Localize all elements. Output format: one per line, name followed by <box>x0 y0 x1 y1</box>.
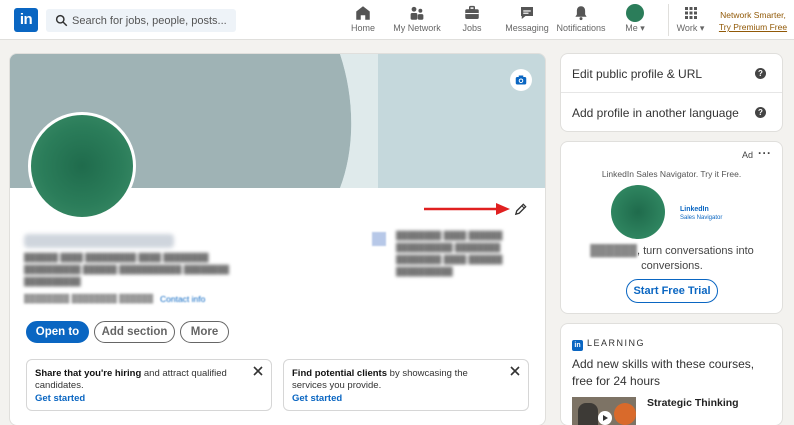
course-person-shape <box>578 403 598 425</box>
chevron-down-icon: ▾ <box>697 23 705 33</box>
hiring-card-bold: Share that you're hiring <box>35 368 142 379</box>
edit-banner-button[interactable] <box>510 69 532 91</box>
start-free-trial-button[interactable]: Start Free Trial <box>626 279 718 303</box>
add-language-profile-link[interactable]: Add profile in another language <box>572 106 739 120</box>
search-input[interactable] <box>72 11 232 30</box>
open-to-button[interactable]: Open to <box>26 321 89 343</box>
premium-link[interactable]: Network Smarter, Try Premium Free <box>718 9 788 33</box>
grid-icon <box>684 7 697 19</box>
help-icon[interactable]: ? <box>755 68 766 79</box>
clients-get-started-link[interactable]: Get started <box>292 393 502 405</box>
nav-messaging-label: Messaging <box>505 23 549 33</box>
nav-home-label: Home <box>350 23 375 33</box>
nav-my-network-label: My Network <box>393 23 441 33</box>
nav-me[interactable]: Me ▾ <box>620 4 650 36</box>
nav-jobs[interactable]: Jobs <box>459 4 485 36</box>
nav-work-label: Work ▾ <box>676 23 705 33</box>
play-icon <box>598 411 612 425</box>
ad-tagline: LinkedIn Sales Navigator. Try it Free. <box>601 169 742 179</box>
nav-me-label: Me ▾ <box>625 23 645 33</box>
red-arrow-annotation <box>424 203 510 215</box>
hiring-card: Share that you're hiring and attract qua… <box>26 359 272 411</box>
ad-username-blurred: ██████ <box>590 245 637 257</box>
profile-location-blurred: ████████ ████████ ██████ <box>24 294 154 303</box>
profile-photo[interactable] <box>28 112 136 220</box>
nav-messaging[interactable]: Messaging <box>505 4 549 36</box>
edit-public-profile-link[interactable]: Edit public profile & URL <box>572 67 702 81</box>
edit-intro-pencil-icon[interactable] <box>513 202 528 217</box>
more-button[interactable]: More <box>180 321 229 343</box>
ad-text: ██████, turn conversations into conversio… <box>590 245 754 272</box>
search-icon <box>55 14 68 27</box>
avatar-icon <box>626 4 644 22</box>
clients-card-bold: Find potential clients <box>292 368 388 379</box>
premium-line2: Try Premium Free <box>718 22 788 32</box>
learning-logo-icon: in <box>572 340 583 351</box>
bell-icon <box>575 6 587 21</box>
home-icon <box>356 6 370 20</box>
education-blurred: ████████ ████ ██████ ██████████ ████████ █… <box>396 231 503 276</box>
nav-my-network[interactable]: My Network <box>393 4 441 36</box>
profile-name-blurred <box>24 234 174 248</box>
nav-jobs-label: Jobs <box>462 23 482 33</box>
divider <box>561 92 782 93</box>
network-icon <box>410 6 424 20</box>
sales-navigator-logo: LinkedIn Sales Navigator <box>680 206 723 221</box>
ad-user-avatar <box>611 185 665 239</box>
nav-notifications[interactable]: Notifications <box>556 4 606 36</box>
close-icon[interactable] <box>509 365 521 377</box>
linkedin-logo-icon[interactable]: in <box>14 8 38 32</box>
clients-card: Find potential clients by showcasing the… <box>283 359 529 411</box>
help-icon[interactable]: ? <box>755 107 766 118</box>
search-bar[interactable] <box>46 9 236 32</box>
course-title[interactable]: Strategic Thinking <box>647 397 739 409</box>
course-thumbnail[interactable] <box>572 397 636 425</box>
chevron-down-icon: ▾ <box>637 23 645 33</box>
nav-home[interactable]: Home <box>350 4 376 36</box>
contact-info-link[interactable]: Contact info <box>160 294 205 304</box>
course-badge-icon <box>614 403 636 425</box>
close-icon[interactable] <box>252 365 264 377</box>
camera-icon <box>515 75 527 85</box>
ad-label: Ad <box>742 150 754 160</box>
chat-icon <box>521 7 533 19</box>
profile-headline-blurred: ██████ ████ █████████ ████ ████████ █████… <box>24 253 230 286</box>
more-options-icon[interactable]: ··· <box>758 146 772 160</box>
learning-text: Add new skills with these courses, free … <box>572 357 755 388</box>
education-logo <box>372 232 386 246</box>
top-nav: in Home My Network Jobs Messaging Notifi… <box>0 0 794 40</box>
premium-line1: Network Smarter, <box>720 10 786 20</box>
learning-header: in LEARNING <box>572 338 645 351</box>
nav-notifications-label: Notifications <box>556 23 606 33</box>
nav-work[interactable]: Work ▾ <box>668 4 706 36</box>
briefcase-icon <box>465 5 479 19</box>
add-section-button[interactable]: Add section <box>94 321 175 343</box>
hiring-get-started-link[interactable]: Get started <box>35 393 245 405</box>
